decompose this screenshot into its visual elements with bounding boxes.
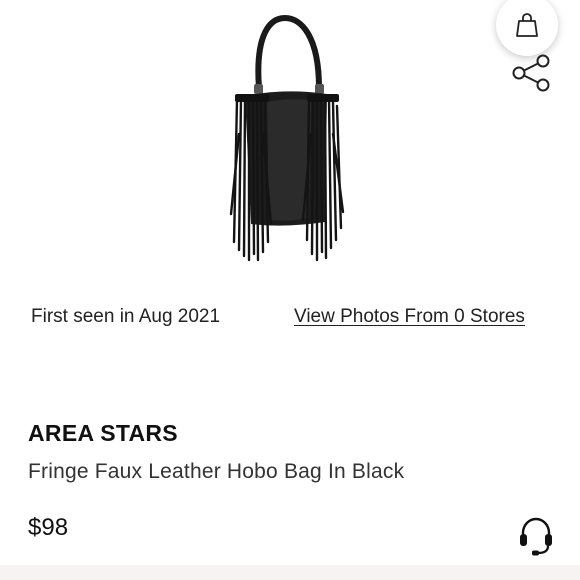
- fringe-bag-illustration: [229, 14, 345, 262]
- view-photos-link[interactable]: View Photos From 0 Stores: [294, 306, 525, 328]
- brand-name: AREA STARS: [28, 420, 178, 446]
- product-image: [215, 14, 355, 264]
- share-icon: [512, 54, 550, 92]
- bag-button[interactable]: [496, 0, 558, 56]
- product-page: { "product": { "brand": "AREA STARS", "n…: [0, 0, 580, 580]
- support-button[interactable]: [518, 516, 554, 556]
- bottom-band: [0, 565, 580, 580]
- product-price: $98: [28, 514, 69, 541]
- shopping-bag-icon: [516, 13, 538, 37]
- headset-icon: [520, 517, 552, 556]
- share-button[interactable]: [510, 54, 552, 92]
- product-name: Fringe Faux Leather Hobo Bag In Black: [28, 460, 405, 483]
- first-seen-text: First seen in Aug 2021: [31, 306, 221, 327]
